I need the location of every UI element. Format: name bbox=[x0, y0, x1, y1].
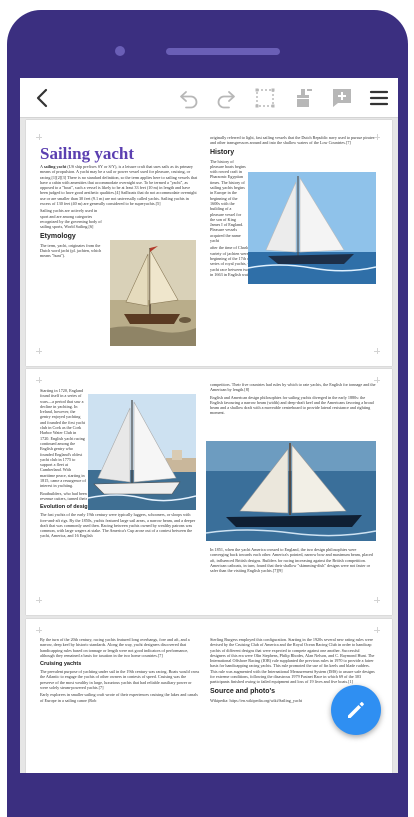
dutch-yacht-painting bbox=[110, 240, 196, 346]
menu-icon[interactable] bbox=[365, 84, 393, 112]
sport-paragraph: Sailing yachts are actively used in spor… bbox=[40, 208, 102, 230]
redo-icon[interactable] bbox=[212, 84, 240, 112]
overhangs-paragraph: By the turn of the 20th century, racing … bbox=[40, 637, 190, 658]
dutch-paragraph: originally referred to light, fast saili… bbox=[210, 135, 375, 146]
device: Sailing yacht A sailing yacht (US ship p… bbox=[0, 0, 414, 817]
sailboat-racing-photo bbox=[88, 394, 196, 510]
right-column: competitors. Their five countries had ru… bbox=[210, 382, 376, 418]
ink-brush-icon[interactable] bbox=[289, 84, 317, 112]
competitors-paragraph: competitors. Their five countries had ru… bbox=[210, 382, 376, 393]
document-page-2[interactable]: Starting in 1720, England found itself i… bbox=[26, 369, 392, 615]
crop-mark bbox=[374, 348, 380, 354]
crop-mark bbox=[36, 377, 42, 383]
left-column: By the turn of the 20th century, racing … bbox=[40, 637, 200, 705]
add-comment-icon[interactable] bbox=[328, 84, 356, 112]
undo-icon[interactable] bbox=[175, 84, 203, 112]
back-arrow-icon[interactable] bbox=[29, 84, 57, 112]
racing-yacht-photo bbox=[248, 172, 376, 284]
design-paragraph: English and American design philosophies… bbox=[210, 394, 374, 416]
edit-fab-button[interactable] bbox=[331, 685, 381, 735]
intro-paragraph: A sailing yacht (US ship prefixes SY or … bbox=[40, 164, 198, 207]
crop-mark bbox=[36, 348, 42, 354]
pencil-icon bbox=[348, 702, 364, 718]
america-paragraph: In 1851, when the yacht America crossed … bbox=[210, 547, 373, 574]
document-page-1[interactable]: Sailing yacht A sailing yacht (US ship p… bbox=[26, 120, 392, 366]
front-camera bbox=[115, 46, 125, 56]
page-title: Sailing yacht bbox=[40, 144, 134, 163]
crop-mark bbox=[36, 134, 42, 140]
explorers-paragraph: Early explorers in smaller sailing craft… bbox=[40, 692, 198, 703]
app-screen: Sailing yacht A sailing yacht (US ship p… bbox=[20, 78, 398, 773]
crop-mark bbox=[36, 627, 42, 633]
etymology-paragraph: The term, yacht, originates from the Dut… bbox=[40, 242, 102, 259]
speaker-grille bbox=[166, 48, 280, 55]
selection-icon[interactable] bbox=[251, 84, 279, 112]
crop-mark bbox=[374, 627, 380, 633]
cruising-heading: Cruising yachts bbox=[40, 661, 82, 668]
top-toolbar bbox=[20, 78, 398, 118]
ireland-paragraph: Starting in 1720, England found itself i… bbox=[40, 388, 86, 489]
cruising-paragraph: The prevalent purpose of yachting under … bbox=[40, 669, 200, 691]
crop-mark bbox=[36, 597, 42, 603]
right-column-bottom: In 1851, when the yacht America crossed … bbox=[210, 547, 376, 575]
rating-rules-paragraph: Sterling Burgess employed this configura… bbox=[210, 637, 375, 685]
history-heading: History bbox=[210, 148, 235, 156]
history-paragraph: The history of pleasure boats begins wit… bbox=[210, 158, 246, 244]
crop-mark bbox=[374, 597, 380, 603]
classic-yacht-photo bbox=[206, 441, 376, 541]
evolution-paragraph: The fast yachts of the early 19th centur… bbox=[40, 512, 196, 539]
